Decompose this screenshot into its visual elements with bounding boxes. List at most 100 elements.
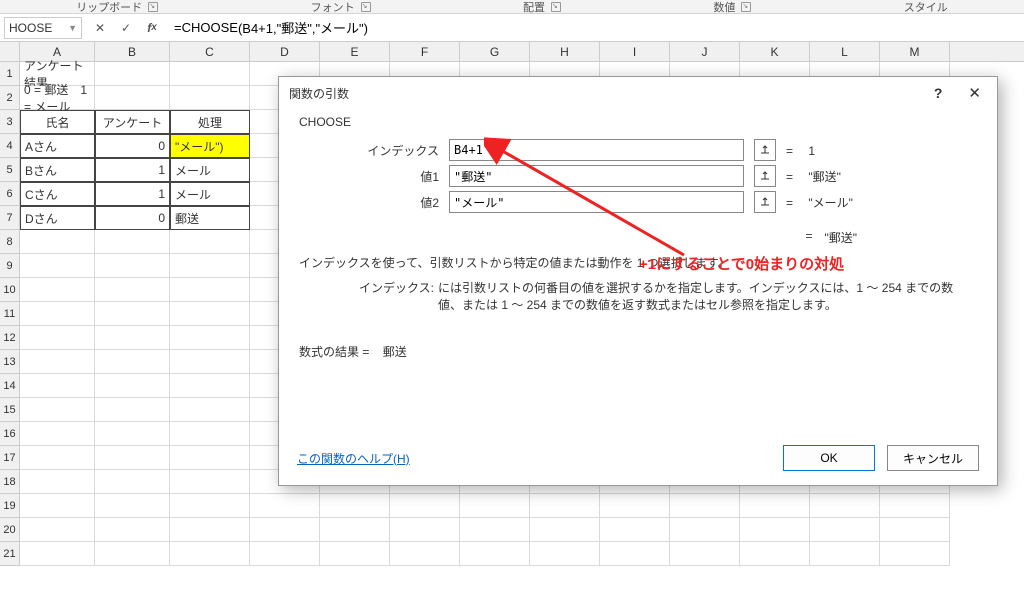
cell[interactable]: 処理 [170,110,250,134]
cell[interactable] [170,350,250,374]
collapse-dialog-icon[interactable] [754,139,776,161]
row-header[interactable]: 17 [0,446,20,470]
cell[interactable] [20,278,95,302]
cell[interactable] [95,86,170,110]
row-header[interactable]: 6 [0,182,20,206]
argument-input-value1[interactable] [449,165,744,187]
row-header[interactable]: 19 [0,494,20,518]
row-header[interactable]: 21 [0,542,20,566]
cell[interactable]: 氏名 [20,110,95,134]
cell[interactable] [740,542,810,566]
cell[interactable] [320,518,390,542]
cell[interactable] [20,398,95,422]
cell[interactable] [320,542,390,566]
name-box[interactable]: HOOSE ▼ [4,17,82,39]
row-header[interactable]: 13 [0,350,20,374]
cell[interactable] [20,494,95,518]
cell[interactable]: Dさん [20,206,95,230]
argument-input-value2[interactable] [449,191,744,213]
cell[interactable] [600,542,670,566]
cell[interactable] [320,494,390,518]
cell[interactable] [170,86,250,110]
row-header[interactable]: 12 [0,326,20,350]
row-header[interactable]: 11 [0,302,20,326]
cell[interactable] [600,494,670,518]
cancel-formula-button[interactable]: ✕ [92,20,108,36]
cell[interactable] [20,446,95,470]
cell[interactable] [20,374,95,398]
cell[interactable] [20,230,95,254]
cell[interactable] [20,422,95,446]
argument-input-index[interactable] [449,139,744,161]
cell[interactable] [250,518,320,542]
cell[interactable] [810,518,880,542]
cell[interactable]: "メール") [170,134,250,158]
cell[interactable] [170,62,250,86]
cell[interactable] [20,518,95,542]
cell[interactable] [95,542,170,566]
column-header[interactable]: I [600,42,670,61]
cell[interactable] [95,302,170,326]
cell[interactable] [170,254,250,278]
cell[interactable]: メール [170,182,250,206]
row-header[interactable]: 3 [0,110,20,134]
cell[interactable] [460,494,530,518]
row-header[interactable]: 1 [0,62,20,86]
row-header[interactable]: 9 [0,254,20,278]
cell[interactable]: アンケート [95,110,170,134]
cell[interactable] [95,230,170,254]
dialog-titlebar[interactable]: 関数の引数 ? ✕ [279,77,997,109]
cell[interactable] [670,518,740,542]
column-header[interactable]: M [880,42,950,61]
chevron-down-icon[interactable]: ▼ [68,23,77,33]
cell[interactable] [810,542,880,566]
cell[interactable] [880,518,950,542]
cell[interactable] [600,518,670,542]
cell[interactable] [95,374,170,398]
cell[interactable] [95,254,170,278]
cell[interactable] [95,398,170,422]
row-header[interactable]: 5 [0,158,20,182]
collapse-dialog-icon[interactable] [754,191,776,213]
cell[interactable]: 0 [95,134,170,158]
cell[interactable] [170,494,250,518]
cell[interactable]: メール [170,158,250,182]
cell[interactable] [95,62,170,86]
cell[interactable] [740,494,810,518]
cell[interactable]: 郵送 [170,206,250,230]
column-header[interactable]: K [740,42,810,61]
column-header[interactable]: E [320,42,390,61]
close-icon[interactable]: ✕ [962,84,987,102]
select-all-corner[interactable] [0,42,20,61]
formula-input[interactable]: =CHOOSE(B4+1,"郵送","メール") [170,17,1024,39]
column-header[interactable]: G [460,42,530,61]
dialog-launcher-icon[interactable] [741,2,751,12]
dialog-launcher-icon[interactable] [148,2,158,12]
column-header[interactable]: L [810,42,880,61]
dialog-launcher-icon[interactable] [551,2,561,12]
cell[interactable] [20,542,95,566]
row-header[interactable]: 4 [0,134,20,158]
cell[interactable] [460,518,530,542]
cell[interactable] [170,326,250,350]
cell[interactable] [170,542,250,566]
row-header[interactable]: 16 [0,422,20,446]
cell[interactable]: 1 [95,158,170,182]
row-header[interactable]: 8 [0,230,20,254]
column-header[interactable]: D [250,42,320,61]
cell[interactable] [20,254,95,278]
insert-function-button[interactable]: fx [144,20,160,36]
function-help-link[interactable]: この関数のヘルプ(H) [297,450,410,467]
cell[interactable] [390,542,460,566]
cell[interactable] [20,350,95,374]
cancel-button[interactable]: キャンセル [887,445,979,471]
cell[interactable] [390,494,460,518]
cell[interactable] [20,470,95,494]
cell[interactable] [95,350,170,374]
cell[interactable] [170,518,250,542]
cell[interactable] [170,278,250,302]
cell[interactable]: Bさん [20,158,95,182]
row-header[interactable]: 10 [0,278,20,302]
row-header[interactable]: 7 [0,206,20,230]
cell[interactable] [95,446,170,470]
